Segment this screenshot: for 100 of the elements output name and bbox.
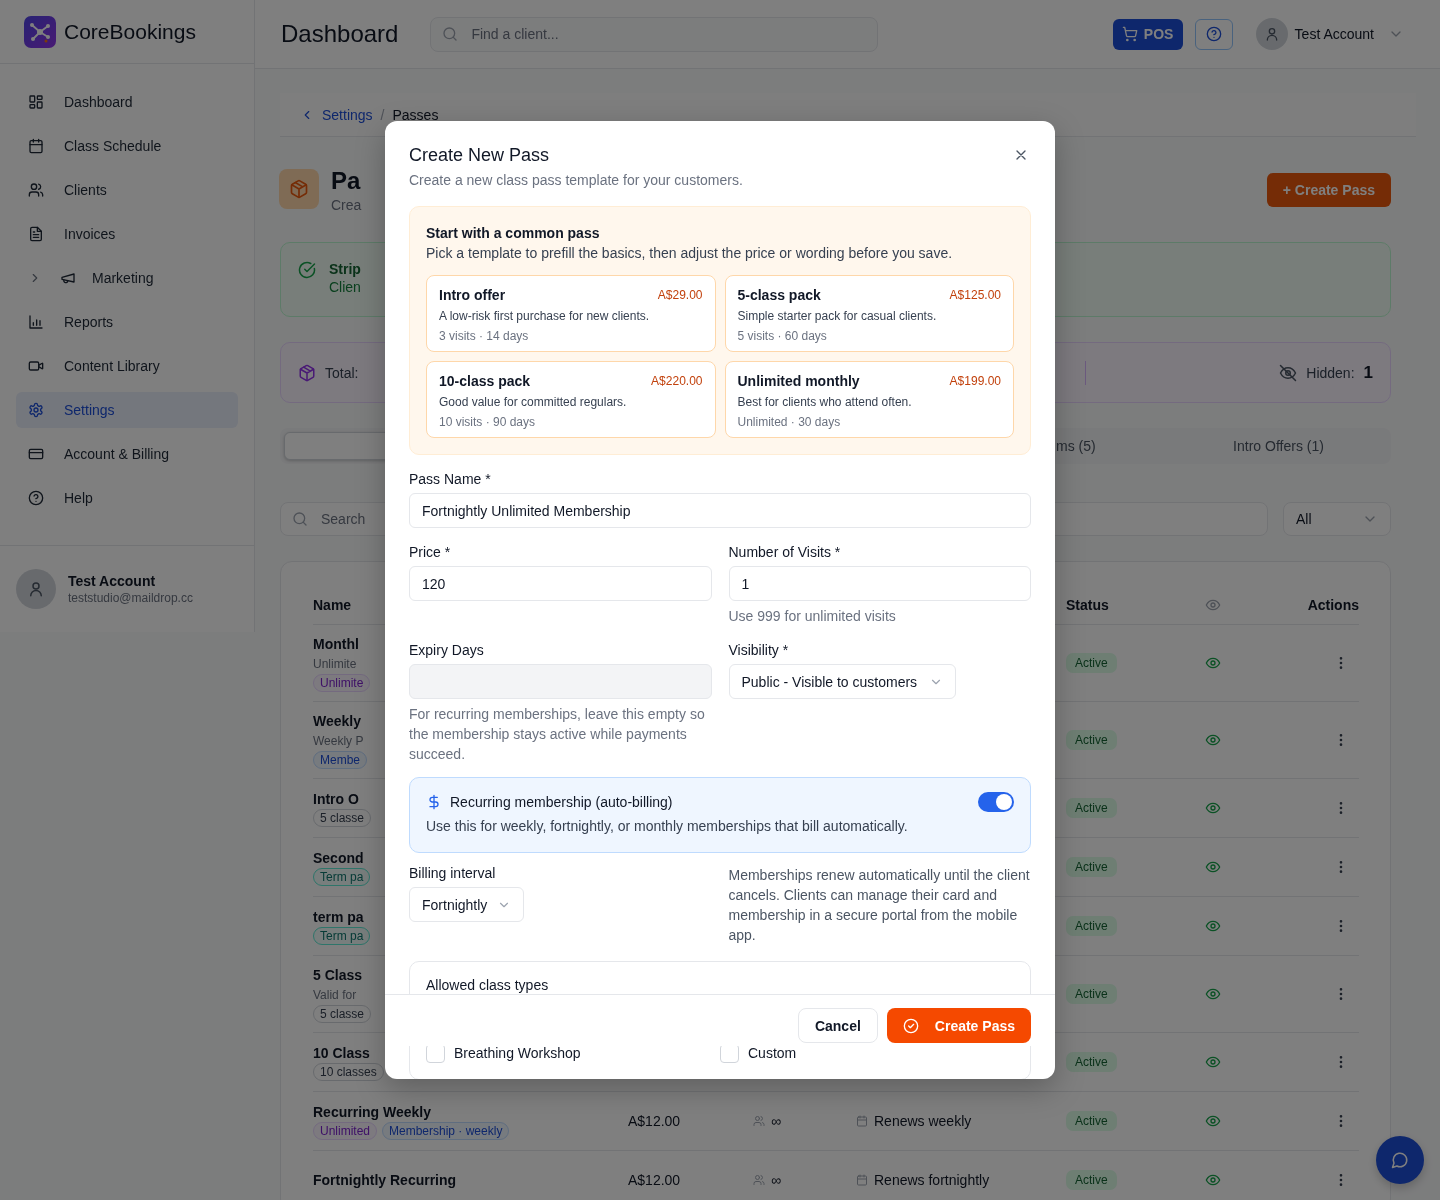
tag: Unlimited [313, 1122, 377, 1140]
field-label: Billing interval [409, 864, 497, 883]
sidebar-item[interactable]: Settings [16, 392, 238, 428]
sidebar-item[interactable]: Account & Billing [16, 436, 238, 472]
template-description: Good value for committed regulars. [439, 394, 628, 411]
account-name: Test Account [68, 573, 157, 589]
status-badge: Active [1066, 798, 1117, 818]
eye-icon[interactable] [1205, 800, 1221, 816]
eye-icon[interactable] [1205, 1054, 1221, 1070]
status-badge: Active [1066, 857, 1117, 877]
template-card[interactable]: Unlimited monthly A$199.00 Best for clients who attend often. Unlimited · 30 days [724, 361, 1014, 438]
template-details: 3 visits · 14 days [439, 328, 530, 345]
column-header: Status [1066, 597, 1110, 613]
eye-icon[interactable] [1205, 986, 1221, 1002]
page-heading: Pa [331, 167, 362, 195]
visibility-select[interactable]: Public - Visible to customers [728, 664, 957, 699]
cube-icon [298, 363, 316, 382]
sidebar-item[interactable]: Invoices [16, 216, 238, 252]
price: A$12.00 [628, 1113, 681, 1129]
panel-description: Pick a template to prefill the basics, then adjust the price or wording before you save. [426, 244, 954, 263]
sidebar-item[interactable]: Marketing [16, 260, 238, 296]
sidebar-item[interactable]: Help [16, 480, 238, 516]
template-price: A$125.00 [949, 288, 1001, 302]
bar-chart-icon [28, 314, 44, 330]
billing-interval-select[interactable]: Fortnightly [409, 887, 525, 922]
field-hint: For recurring memberships, leave this empty so the membership stays active while payments succeed. [409, 705, 706, 764]
expiry: Renews fortnightly [874, 1172, 990, 1188]
column-header: Actions [1306, 597, 1359, 613]
pass-name-field[interactable]: Fortnightly Unlimited Membership [409, 493, 1031, 528]
pos-button[interactable]: POS [1112, 18, 1183, 50]
breadcrumb-current: Passes [392, 106, 439, 123]
hidden-count: 1 [1363, 362, 1373, 383]
calendar-icon [28, 138, 44, 154]
user-icon [27, 580, 45, 598]
sidebar-item[interactable]: Dashboard [16, 84, 238, 120]
tag: Term pa [313, 927, 371, 945]
eye-icon[interactable] [1205, 1113, 1221, 1129]
status-badge: Active [1066, 1052, 1117, 1072]
eye-icon[interactable] [1205, 655, 1221, 671]
template-price: A$199.00 [949, 374, 1001, 388]
tab[interactable]: ms (5) [1051, 432, 1170, 460]
pass-name: Fortnightly Recurring [313, 1171, 457, 1190]
status-badge: Active [1066, 1111, 1117, 1131]
check-circle-icon [902, 1017, 919, 1034]
eye-icon[interactable] [1205, 859, 1221, 875]
chat-button[interactable] [1376, 1136, 1424, 1184]
account-email: teststudio@maildrop.cc [68, 591, 193, 605]
template-price: A$220.00 [651, 374, 703, 388]
total-label: Total: [325, 364, 359, 381]
people-icon [753, 1115, 765, 1127]
eye-icon[interactable] [1205, 1172, 1221, 1188]
field-label: Price * [409, 543, 452, 562]
sidebar-item[interactable]: Content Library [16, 348, 238, 384]
app-name: CoreBookings [64, 19, 196, 44]
status-filter[interactable]: All [1283, 502, 1391, 536]
create-pass-button[interactable]: Create Pass [886, 1008, 1031, 1043]
template-name: Unlimited monthly [737, 372, 860, 391]
status-badge: Active [1066, 1170, 1117, 1190]
account-menu[interactable]: Test Account [1294, 26, 1404, 42]
pass-name: Recurring Weekly [313, 1103, 431, 1122]
sidebar-item[interactable]: Reports [16, 304, 238, 340]
panel-title: Recurring membership (auto-billing) [450, 793, 674, 812]
create-pass-button[interactable]: + Create Pass [1266, 173, 1391, 207]
pass-description: Unlimite [313, 656, 357, 673]
help-button[interactable] [1194, 18, 1233, 50]
document-icon [28, 226, 44, 242]
eye-icon[interactable] [1205, 918, 1221, 934]
status-badge: Active [1066, 653, 1117, 673]
template-card[interactable]: 5-class pack A$125.00 Simple starter pack for casual clients. 5 visits · 60 days [724, 275, 1014, 352]
card-text: Clien [329, 279, 361, 295]
template-description: A low-risk first purchase for new clients. [439, 308, 651, 325]
dialog-description: Create a new class pass template for your customers. [409, 171, 743, 190]
cancel-button[interactable]: Cancel [797, 1008, 878, 1043]
price: A$12.00 [628, 1172, 681, 1188]
breadcrumb-link[interactable]: Settings [300, 106, 373, 123]
pass-name: Monthl [313, 635, 359, 654]
field-label: Expiry Days [409, 641, 485, 660]
field-label: Visibility * [728, 641, 790, 660]
dialog-title: Create New Pass [409, 144, 551, 167]
template-card[interactable]: Intro offer A$29.00 A low-risk first purchase for new clients. 3 visits · 14 days [426, 275, 716, 352]
price-field[interactable]: 120 [409, 566, 712, 601]
page-title: Dashboard [281, 20, 399, 48]
template-details: Unlimited · 30 days [737, 414, 842, 431]
tag: Unlimite [313, 674, 371, 692]
status-badge: Active [1066, 730, 1117, 750]
tab[interactable]: Intro Offers (1) [1170, 432, 1387, 460]
template-card[interactable]: 10-class pack A$220.00 Good value for committed regulars. 10 visits · 90 days [426, 361, 716, 438]
hidden-label: Hidden: [1306, 364, 1355, 381]
people-icon [28, 182, 44, 198]
tag: Term pa [313, 868, 371, 886]
sidebar-item[interactable]: Clients [16, 172, 238, 208]
grid-icon [28, 94, 44, 110]
settings-icon [28, 402, 44, 418]
search-field[interactable]: Find a client... [430, 16, 879, 52]
visits-field[interactable]: 1 [728, 566, 1031, 601]
eye-icon [1205, 597, 1221, 613]
toggle-switch[interactable] [978, 792, 1014, 812]
eye-icon[interactable] [1205, 732, 1221, 748]
sidebar-item[interactable]: Class Schedule [16, 128, 238, 164]
dollar-icon [426, 794, 442, 810]
